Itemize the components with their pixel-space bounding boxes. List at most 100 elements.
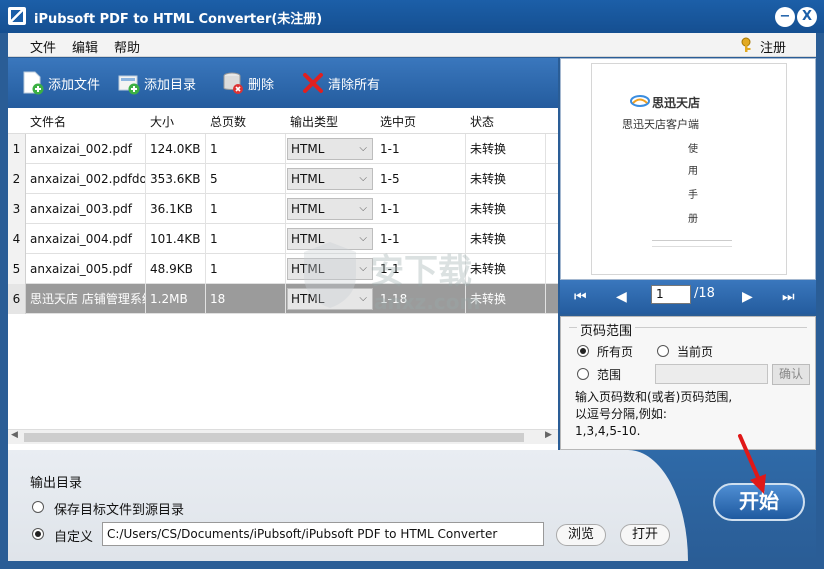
output-type-select[interactable]: HTML ⌵ <box>287 168 373 190</box>
browse-button[interactable]: 浏览 <box>556 524 606 546</box>
menu-edit[interactable]: 编辑 <box>72 37 98 56</box>
output-panel: 输出目录 保存目标文件到源目录 自定义 C:/Users/CS/Document… <box>8 450 816 561</box>
preview-line-3: 手 <box>688 190 698 201</box>
table-row[interactable]: 2 anxaizai_002.pdfdo.p 353.6KB 5 1-5 未转换 HTML ⌵ <box>8 164 558 194</box>
page-navigator: ⏮ ◀ 1 /18 ▶ ⏭ <box>560 280 816 314</box>
scroll-left-icon[interactable]: ◀ <box>11 430 18 440</box>
custom-range-radio[interactable] <box>577 368 589 380</box>
shield-icon <box>304 242 356 308</box>
clear-all-icon <box>303 73 323 93</box>
add-folder-button[interactable]: 添加目录 <box>118 70 196 96</box>
custom-dir-label[interactable]: 自定义 <box>54 526 93 545</box>
add-folder-icon <box>118 75 140 95</box>
title-bar: iPubsoft PDF to HTML Converter(未注册) − X <box>0 0 824 33</box>
output-type-value: HTML <box>291 202 325 216</box>
key-icon <box>741 37 751 52</box>
output-type-select[interactable]: HTML ⌵ <box>287 138 373 160</box>
chevron-down-icon: ⌵ <box>359 203 367 214</box>
cell-pages: 1 <box>206 254 286 284</box>
output-path-input[interactable]: C:/Users/CS/Documents/iPubsoft/iPubsoft … <box>102 522 544 546</box>
cell-name: anxaizai_003.pdf <box>26 194 146 224</box>
prev-page-icon[interactable]: ◀ <box>616 289 627 305</box>
cell-size: 353.6KB <box>146 164 206 194</box>
chevron-down-icon: ⌵ <box>359 143 367 154</box>
chevron-down-icon: ⌵ <box>359 173 367 184</box>
delete-button[interactable]: 删除 <box>222 70 274 96</box>
save-to-source-label[interactable]: 保存目标文件到源目录 <box>54 499 184 518</box>
preview-rule <box>652 240 732 241</box>
first-page-icon[interactable]: ⏮ <box>574 289 587 305</box>
cell-selected: 1-1 <box>376 194 466 224</box>
preview-rule-2 <box>652 246 732 247</box>
red-arrow-icon <box>738 434 766 494</box>
last-page-icon[interactable]: ⏭ <box>782 289 795 305</box>
scrollbar-thumb[interactable] <box>24 433 524 442</box>
row-number: 2 <box>8 164 26 194</box>
cell-pages: 5 <box>206 164 286 194</box>
cell-selected: 1-5 <box>376 164 466 194</box>
hint-line-3: 1,3,4,5-10. <box>575 424 641 438</box>
cell-name: 思迅天店 店铺管理系统 <box>26 284 146 314</box>
all-pages-radio[interactable] <box>577 345 589 357</box>
add-file-icon <box>23 71 44 95</box>
row-number: 3 <box>8 194 26 224</box>
cell-status: 未转换 <box>466 134 546 164</box>
cell-name: anxaizai_002.pdfdo.p <box>26 164 146 194</box>
current-page-label[interactable]: 当前页 <box>677 343 713 360</box>
window-title: iPubsoft PDF to HTML Converter(未注册) <box>34 12 323 27</box>
cell-status: 未转换 <box>466 194 546 224</box>
scroll-right-icon[interactable]: ▶ <box>545 430 552 440</box>
row-number: 5 <box>8 254 26 284</box>
page-range-legend: 页码范围 <box>577 320 636 339</box>
row-number: 1 <box>8 134 26 164</box>
clear-all-button[interactable]: 清除所有 <box>302 70 380 96</box>
page-total: /18 <box>694 286 715 301</box>
add-file-button[interactable]: 添加文件 <box>22 70 100 96</box>
cell-name: anxaizai_005.pdf <box>26 254 146 284</box>
watermark: 安下载 anxz.com <box>300 240 530 330</box>
register-link[interactable]: 注册 <box>760 37 786 56</box>
preview-line-2: 用 <box>688 166 698 177</box>
cell-size: 124.0KB <box>146 134 206 164</box>
preview-doc-title: 思迅天店客户端 <box>622 118 699 131</box>
hint-line-2: 以逗号分隔,例如: <box>575 407 667 421</box>
page-number-input[interactable]: 1 <box>651 285 691 304</box>
table-row[interactable]: 1 anxaizai_002.pdf 124.0KB 1 1-1 未转换 HTML ⌵ <box>8 134 558 164</box>
save-to-source-radio[interactable] <box>32 501 44 513</box>
preview-logo-icon <box>630 95 650 107</box>
menu-file[interactable]: 文件 <box>30 37 56 56</box>
close-button[interactable]: X <box>797 7 817 27</box>
col-header-filename[interactable]: 文件名 <box>26 111 66 133</box>
cell-selected: 1-1 <box>376 134 466 164</box>
output-type-select[interactable]: HTML ⌵ <box>287 198 373 220</box>
col-header-selected-pages[interactable]: 选中页 <box>376 111 416 133</box>
preview-page: 思迅天店 思迅天店客户端 使 用 手 册 <box>591 63 787 275</box>
col-header-output-type[interactable]: 输出类型 <box>286 111 338 133</box>
table-row[interactable]: 3 anxaizai_003.pdf 36.1KB 1 1-1 未转换 HTML ⌵ <box>8 194 558 224</box>
cell-size: 101.4KB <box>146 224 206 254</box>
pdf-preview: 思迅天店 思迅天店客户端 使 用 手 册 <box>560 58 816 280</box>
output-options: 输出目录 保存目标文件到源目录 自定义 C:/Users/CS/Document… <box>8 450 688 561</box>
col-header-size[interactable]: 大小 <box>146 111 174 133</box>
menu-help[interactable]: 帮助 <box>114 37 140 56</box>
current-page-radio[interactable] <box>657 345 669 357</box>
minimize-button[interactable]: − <box>775 7 795 27</box>
row-number: 4 <box>8 224 26 254</box>
cell-status: 未转换 <box>466 164 546 194</box>
next-page-icon[interactable]: ▶ <box>742 289 753 305</box>
toolbar: 添加文件 添加目录 删除 清除所有 <box>8 58 558 108</box>
delete-label: 删除 <box>248 77 275 93</box>
open-button[interactable]: 打开 <box>620 524 670 546</box>
range-input[interactable] <box>655 364 768 384</box>
custom-range-label[interactable]: 范围 <box>597 366 621 383</box>
horizontal-scrollbar[interactable]: ◀ ▶ <box>8 429 558 444</box>
delete-icon <box>223 72 243 94</box>
col-header-status[interactable]: 状态 <box>466 111 494 133</box>
output-type-value: HTML <box>291 172 325 186</box>
menu-bar: 文件 编辑 帮助 注册 <box>8 33 816 57</box>
all-pages-label[interactable]: 所有页 <box>597 343 633 360</box>
confirm-button[interactable]: 确认 <box>772 364 810 385</box>
custom-dir-radio[interactable] <box>32 528 44 540</box>
cell-pages: 18 <box>206 284 286 314</box>
col-header-pages[interactable]: 总页数 <box>206 111 246 133</box>
